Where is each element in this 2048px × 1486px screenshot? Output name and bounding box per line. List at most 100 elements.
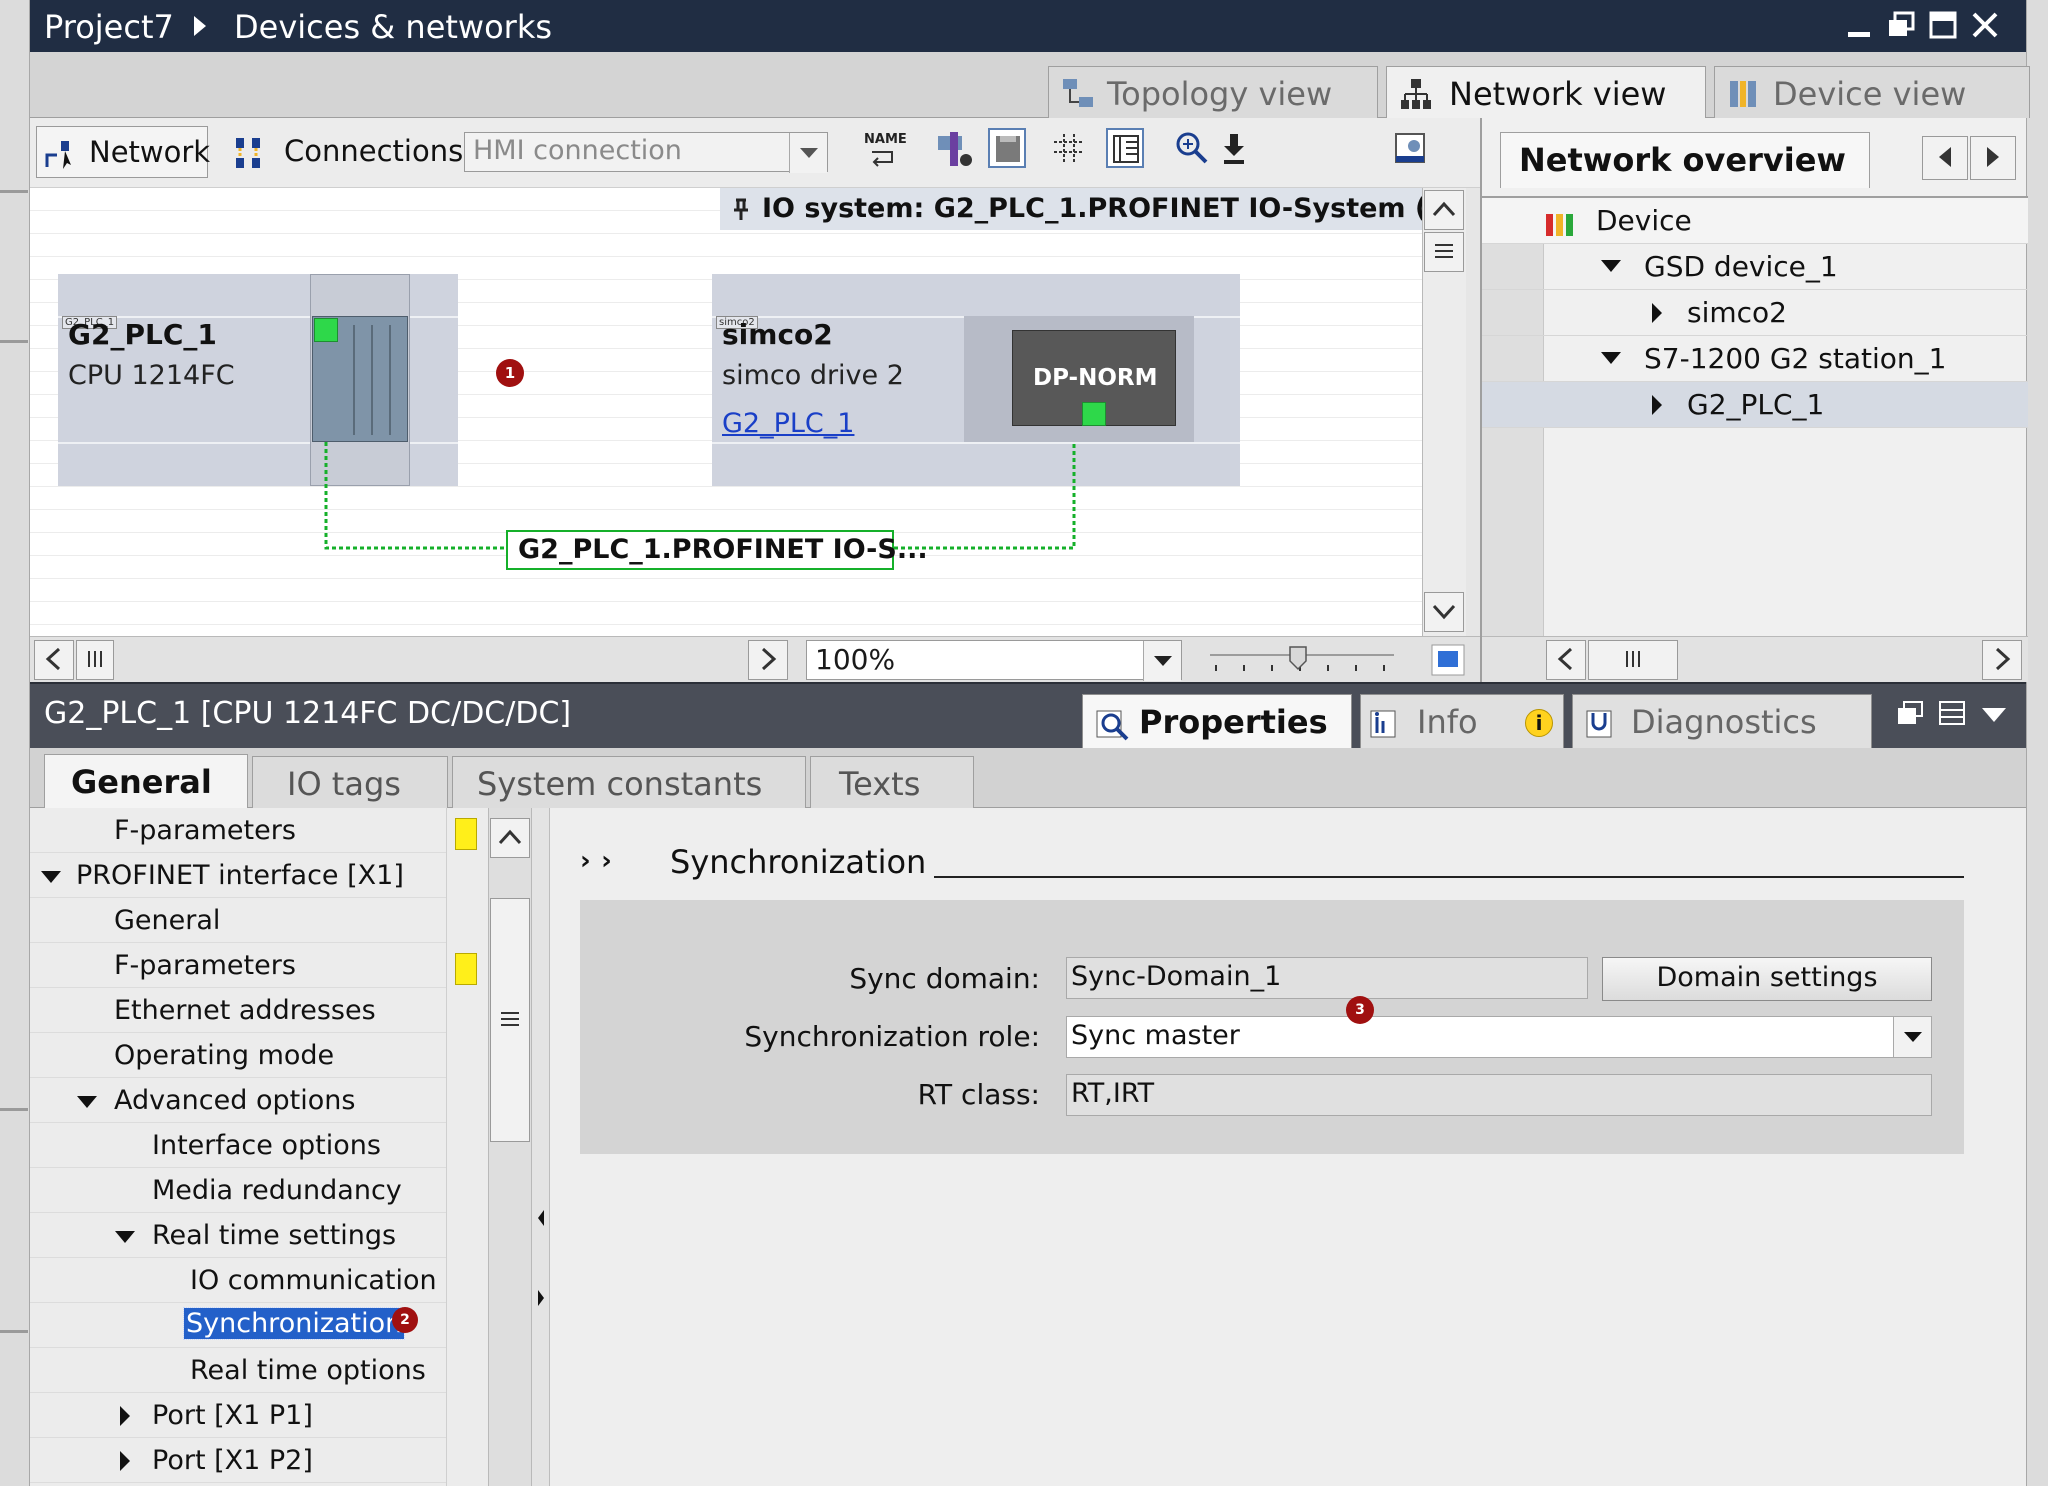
domain-settings-button[interactable]: Domain settings — [1602, 957, 1932, 1001]
device-frame-icon[interactable] — [988, 128, 1026, 168]
scroll-right-icon[interactable] — [748, 640, 788, 680]
tab-diagnostics[interactable]: Diagnostics — [1572, 694, 1872, 750]
expand-icon[interactable] — [76, 1094, 98, 1110]
overview-column-header[interactable]: Device — [1482, 198, 2028, 244]
tree-item-label: Port [X1 P1] — [152, 1400, 313, 1431]
project-name[interactable]: Project7 — [44, 8, 174, 46]
scroll-thumb[interactable] — [490, 898, 530, 1142]
tab-system-constants[interactable]: System constants — [452, 756, 806, 808]
tab-general[interactable]: General — [44, 754, 248, 808]
tab-network-view[interactable]: Network view — [1386, 66, 1706, 118]
tree-item[interactable]: IO communication — [30, 1258, 446, 1303]
expand-icon[interactable] — [1600, 350, 1622, 366]
fit-to-window-icon[interactable] — [1428, 641, 1468, 679]
tree-item-selected[interactable]: Synchronization 2 — [30, 1303, 446, 1348]
tab-device-view[interactable]: Device view — [1714, 66, 2030, 118]
overview-next-icon[interactable] — [1970, 136, 2016, 180]
chevron-down-icon[interactable] — [1893, 1017, 1931, 1057]
close-icon[interactable] — [1970, 10, 2000, 40]
tia-portal-window: Project7 Devices & networks Topology vie… — [0, 0, 2048, 1486]
assign-address-icon[interactable] — [936, 130, 974, 170]
sync-role-select[interactable]: Sync master — [1066, 1016, 1932, 1058]
overview-row[interactable]: simco2 — [1482, 290, 2028, 336]
scroll-thumb[interactable] — [1424, 232, 1464, 272]
collapse-icon[interactable] — [118, 1450, 132, 1472]
scroll-up-icon[interactable] — [490, 818, 530, 858]
expand-right-icon[interactable] — [536, 1288, 546, 1308]
expand-icon[interactable] — [1600, 258, 1622, 274]
tree-item[interactable]: PROFINET interface [X1] — [30, 853, 446, 898]
tab-info[interactable]: Info i — [1360, 694, 1564, 750]
chevron-down-icon[interactable] — [1143, 641, 1181, 681]
restore-icon[interactable] — [1886, 10, 1916, 40]
collapse-icon[interactable] — [118, 1405, 132, 1427]
network-overview-tab[interactable]: Network overview — [1500, 132, 1870, 188]
tree-item[interactable]: Interface options — [30, 1123, 446, 1168]
overview-prev-icon[interactable] — [1922, 136, 1968, 180]
panel-layout-icon[interactable] — [1934, 698, 1970, 734]
network-mode-button[interactable]: Network — [36, 126, 210, 178]
tab-texts[interactable]: Texts — [810, 756, 974, 808]
rt-class-field[interactable]: RT,IRT — [1066, 1074, 1932, 1116]
chevron-down-icon[interactable] — [789, 133, 827, 173]
canvas-vertical-scrollbar[interactable] — [1422, 188, 1466, 636]
tree-item[interactable]: Port [X1 P1] — [30, 1393, 446, 1438]
topology-icon — [1063, 79, 1093, 107]
connections-label[interactable]: Connections — [284, 134, 463, 168]
zoom-slider[interactable] — [1208, 641, 1398, 679]
tree-item[interactable]: Ethernet addresses — [30, 988, 446, 1033]
horizontal-scroll-thumb[interactable] — [1588, 640, 1678, 680]
connection-type-select[interactable]: HMI connection — [464, 132, 828, 173]
tree-item[interactable]: Advanced options — [30, 1078, 446, 1123]
tree-item[interactable]: Real time options — [30, 1348, 446, 1393]
scroll-down-icon[interactable] — [1424, 592, 1464, 632]
scroll-left-icon[interactable] — [34, 640, 74, 680]
tree-item[interactable]: Port [X1 P2] — [30, 1438, 446, 1483]
profinet-network-label-box[interactable]: G2_PLC_1.PROFINET IO-S... — [506, 530, 928, 570]
minimize-icon[interactable] — [1844, 10, 1874, 40]
maximize-icon[interactable] — [1928, 10, 1958, 40]
overview-horizontal-scrollbar[interactable] — [1482, 636, 2028, 682]
zoom-icon[interactable] — [1174, 130, 1212, 170]
scroll-left-icon[interactable] — [1546, 640, 1586, 680]
network-canvas[interactable]: IO system: G2_PLC_1.PROFINET IO-System (… — [30, 188, 1422, 636]
left-sidebar-strip[interactable] — [0, 0, 30, 1486]
warning-marker — [455, 818, 477, 850]
display-names-icon[interactable]: NAME — [864, 130, 907, 170]
collapse-icon[interactable] — [1650, 394, 1664, 416]
scroll-right-icon[interactable] — [1982, 640, 2022, 680]
properties-toggle-icon[interactable] — [1392, 130, 1430, 170]
collapse-icon[interactable] — [1650, 302, 1664, 324]
table-view-icon[interactable] — [1106, 128, 1144, 168]
horizontal-scroll-thumb[interactable] — [76, 640, 114, 680]
expand-icon[interactable] — [40, 869, 62, 885]
right-sidebar-strip[interactable] — [2026, 0, 2048, 1486]
overview-row[interactable]: GSD device_1 — [1482, 244, 2028, 290]
tab-io-tags[interactable]: IO tags — [252, 756, 448, 808]
overview-row-selected[interactable]: G2_PLC_1 — [1482, 382, 2028, 428]
sync-domain-field[interactable]: Sync-Domain_1 — [1066, 957, 1588, 999]
tree-item[interactable]: General — [30, 898, 446, 943]
download-icon[interactable] — [1216, 130, 1254, 170]
tab-info-label: Info — [1417, 703, 1478, 741]
tab-properties[interactable]: Properties — [1082, 694, 1352, 750]
tab-topology-view[interactable]: Topology view — [1048, 66, 1378, 118]
scroll-up-icon[interactable] — [1424, 190, 1464, 230]
splitter[interactable] — [532, 808, 550, 1486]
expand-icon[interactable] — [114, 1229, 136, 1245]
panel-menu-chevron-icon[interactable] — [1976, 698, 2012, 734]
collapse-left-icon[interactable] — [536, 1208, 546, 1228]
grid-icon[interactable] — [1050, 130, 1088, 170]
tree-item[interactable]: F-parameters — [30, 808, 446, 853]
tree-item[interactable]: Real time settings — [30, 1213, 446, 1258]
restore-panel-icon[interactable] — [1892, 698, 1928, 734]
tree-item[interactable]: F-parameters — [30, 943, 446, 988]
info-tab-icon — [1370, 710, 1396, 738]
tree-item[interactable]: Media redundancy — [30, 1168, 446, 1213]
sidebar-separator — [0, 340, 28, 343]
tree-item[interactable]: Operating mode — [30, 1033, 446, 1078]
tree-vertical-scrollbar[interactable] — [488, 808, 532, 1486]
tree-item-label: Port [X1 P2] — [152, 1445, 313, 1476]
overview-row[interactable]: S7-1200 G2 station_1 — [1482, 336, 2028, 382]
zoom-select[interactable]: 100% — [806, 640, 1182, 681]
